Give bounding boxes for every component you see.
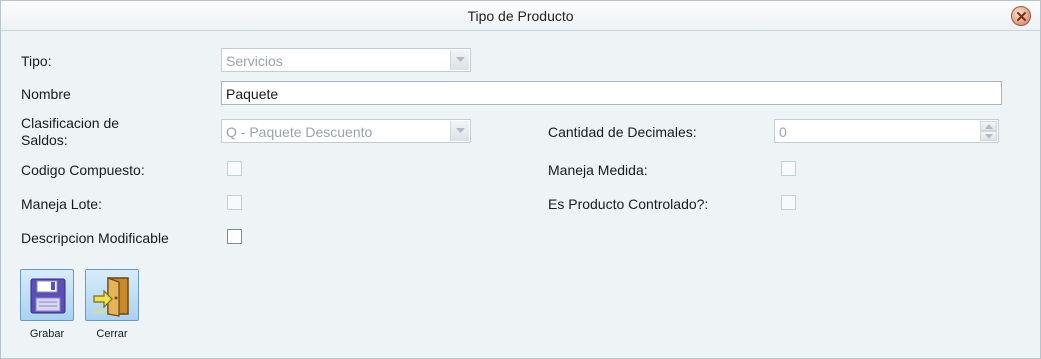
codigo-compuesto-checkbox[interactable] — [227, 161, 242, 176]
maneja-lote-checkbox[interactable] — [227, 195, 242, 210]
clasificacion-value: Q - Paquete Descuento — [226, 124, 373, 140]
grabar-button[interactable] — [20, 269, 74, 321]
clasificacion-select[interactable]: Q - Paquete Descuento — [221, 119, 471, 143]
exit-door-icon — [93, 277, 129, 317]
tipo-value: Servicios — [226, 53, 283, 69]
es-producto-controlado-checkbox[interactable] — [781, 195, 796, 210]
clasificacion-label-line1: Clasificacion de — [21, 115, 120, 131]
maneja-medida-checkbox[interactable] — [781, 161, 796, 176]
codigo-compuesto-label: Codigo Compuesto: — [21, 162, 145, 178]
descripcion-modificable-checkbox[interactable] — [227, 229, 242, 244]
close-button[interactable] — [1011, 6, 1031, 26]
tipo-select[interactable]: Servicios — [221, 48, 471, 72]
cantidad-decimales-label: Cantidad de Decimales: — [548, 124, 697, 140]
clasificacion-label-line2: Saldos: — [21, 132, 68, 148]
nombre-label: Nombre — [21, 86, 71, 102]
spinner-down-button[interactable] — [980, 131, 997, 141]
cantidad-decimales-spinner[interactable]: 0 — [774, 119, 999, 143]
title-bar[interactable]: Tipo de Producto — [1, 1, 1040, 31]
descripcion-modificable-label: Descripcion Modificable — [21, 230, 169, 246]
cantidad-decimales-value: 0 — [779, 124, 787, 140]
close-icon — [1017, 12, 1026, 21]
chevron-down-icon — [456, 57, 465, 62]
cerrar-label: Cerrar — [96, 328, 128, 340]
maneja-lote-label: Maneja Lote: — [21, 196, 102, 212]
nombre-value: Paquete — [226, 86, 279, 102]
cerrar-button[interactable] — [85, 269, 139, 321]
grabar-label: Grabar — [29, 328, 65, 340]
tipo-producto-dialog: Tipo de Producto Tipo: Servicios Nombre … — [0, 0, 1041, 359]
maneja-medida-label: Maneja Medida: — [548, 162, 648, 178]
nombre-input[interactable]: Paquete — [221, 81, 1002, 105]
chevron-down-icon — [985, 134, 993, 139]
tipo-dropdown-button[interactable] — [450, 50, 469, 70]
window-title: Tipo de Producto — [467, 8, 574, 24]
es-producto-controlado-label: Es Producto Controlado?: — [548, 196, 709, 212]
floppy-disk-icon — [30, 278, 66, 314]
spinner-up-button[interactable] — [980, 121, 997, 131]
clasificacion-dropdown-button[interactable] — [450, 121, 469, 141]
tipo-label: Tipo: — [21, 53, 52, 69]
chevron-up-icon — [985, 124, 993, 129]
chevron-down-icon — [456, 128, 465, 133]
